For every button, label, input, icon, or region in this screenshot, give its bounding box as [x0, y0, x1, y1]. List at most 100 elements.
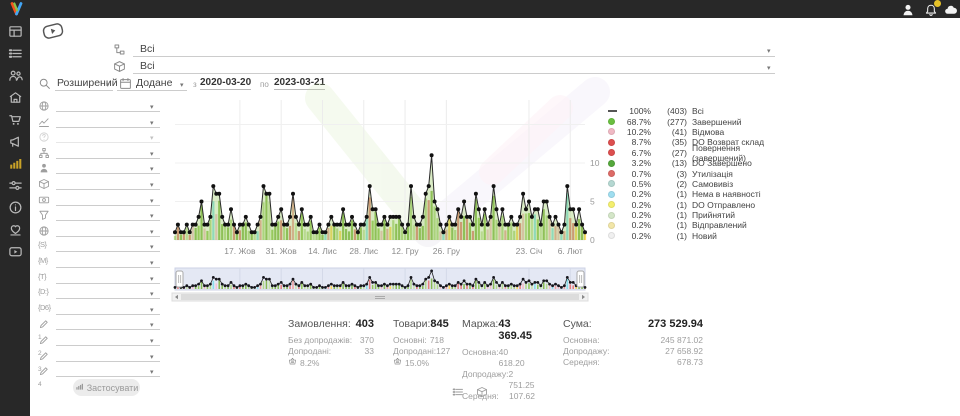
app-logo-icon	[8, 1, 25, 17]
user-icon[interactable]	[901, 3, 915, 17]
navigator-point	[312, 286, 315, 289]
data-point	[256, 223, 260, 227]
data-point	[173, 230, 177, 234]
data-point	[489, 215, 493, 219]
navigator-point	[286, 284, 289, 287]
navigator-handle-right[interactable]	[577, 271, 584, 287]
navigator-point	[469, 283, 472, 286]
data-point	[385, 223, 389, 227]
navigator-point	[274, 284, 277, 287]
data-point	[197, 215, 201, 219]
navigator-point	[221, 283, 224, 286]
navigator-point	[522, 278, 525, 281]
navigator-point	[486, 284, 489, 287]
navigator-bar	[257, 287, 259, 289]
sidebar-item-list[interactable]	[8, 46, 23, 61]
navigator-bar	[348, 287, 350, 289]
sidebar-item-dashboard[interactable]	[8, 24, 23, 39]
navigator-point	[354, 284, 357, 287]
navigator-point	[398, 283, 401, 286]
data-point	[200, 200, 204, 204]
navigator-point	[545, 279, 548, 282]
navigator-bar	[572, 285, 574, 289]
navigator-point	[395, 283, 398, 286]
data-point	[421, 215, 425, 219]
navigator-point	[191, 284, 194, 287]
data-point	[480, 223, 484, 227]
navigator-point	[227, 284, 230, 287]
data-point	[574, 223, 578, 227]
data-point	[205, 223, 209, 227]
sidebar-item-megaphone[interactable]	[8, 134, 23, 149]
x-tick-label: 6. Лют	[558, 246, 583, 256]
navigator-bar	[564, 287, 566, 289]
data-point	[562, 223, 566, 227]
cloud-icon[interactable]	[944, 3, 958, 17]
navigator-point	[197, 283, 200, 286]
navigator-point	[241, 284, 244, 287]
sidebar-item-heart[interactable]	[8, 222, 23, 237]
navigator-point	[289, 283, 292, 286]
navigator-bar	[410, 280, 412, 289]
x-tick-label: 14. Лис	[308, 246, 338, 256]
data-point	[444, 223, 448, 227]
data-point	[468, 215, 472, 219]
sidebar-item-cart[interactable]	[8, 112, 23, 127]
navigator-point	[215, 278, 218, 281]
data-point	[300, 207, 304, 211]
sidebar-item-video[interactable]	[8, 244, 23, 259]
navigator-point	[413, 283, 416, 286]
data-point	[500, 207, 504, 211]
navigator-point	[321, 286, 324, 289]
data-point	[235, 230, 239, 234]
sidebar-item-store[interactable]	[8, 90, 23, 105]
navigator-handle-left[interactable]	[176, 271, 183, 287]
navigator-bar	[198, 286, 200, 289]
navigator-bar	[543, 282, 545, 289]
topbar	[0, 0, 960, 18]
data-point	[462, 200, 466, 204]
navigator-bar	[263, 281, 265, 289]
navigator-point	[525, 281, 528, 284]
navigator-point	[472, 284, 475, 287]
navigator-point	[421, 283, 424, 286]
sidebar-item-sliders[interactable]	[8, 178, 23, 193]
data-point	[273, 223, 277, 227]
navigator-bar	[215, 283, 217, 289]
navigator-point	[386, 284, 389, 287]
data-point	[329, 215, 333, 219]
data-point	[217, 192, 221, 196]
navigator-bar	[307, 287, 309, 289]
data-point	[362, 223, 366, 227]
data-point	[506, 223, 510, 227]
navigator-point	[212, 276, 215, 279]
data-point	[185, 223, 189, 227]
navigator-point	[492, 276, 495, 279]
data-point	[418, 223, 422, 227]
data-point	[194, 223, 198, 227]
navigator-bar	[248, 287, 250, 289]
data-point	[244, 215, 248, 219]
navigator-point	[513, 284, 516, 287]
data-point	[477, 207, 481, 211]
sidebar-item-users[interactable]	[8, 68, 23, 83]
navigator-point	[433, 279, 436, 282]
sidebar-item-info[interactable]	[8, 200, 23, 215]
navigator-bar	[463, 284, 465, 289]
data-point	[294, 215, 298, 219]
navigator-point	[342, 281, 345, 284]
navigator-point	[306, 284, 309, 287]
navigator-bar	[434, 282, 436, 289]
navigator-bar	[369, 280, 371, 289]
sidebar-item-chart-active[interactable]	[8, 156, 23, 171]
bell-icon[interactable]	[924, 3, 938, 17]
data-point	[382, 215, 386, 219]
navigator-point	[380, 284, 383, 287]
navigator-point	[536, 281, 539, 284]
data-point	[285, 223, 289, 227]
navigator-bar	[478, 284, 480, 289]
data-point	[436, 207, 440, 211]
navigator-point	[436, 281, 439, 284]
navigator-point	[416, 284, 419, 287]
navigator-bar	[298, 287, 300, 289]
